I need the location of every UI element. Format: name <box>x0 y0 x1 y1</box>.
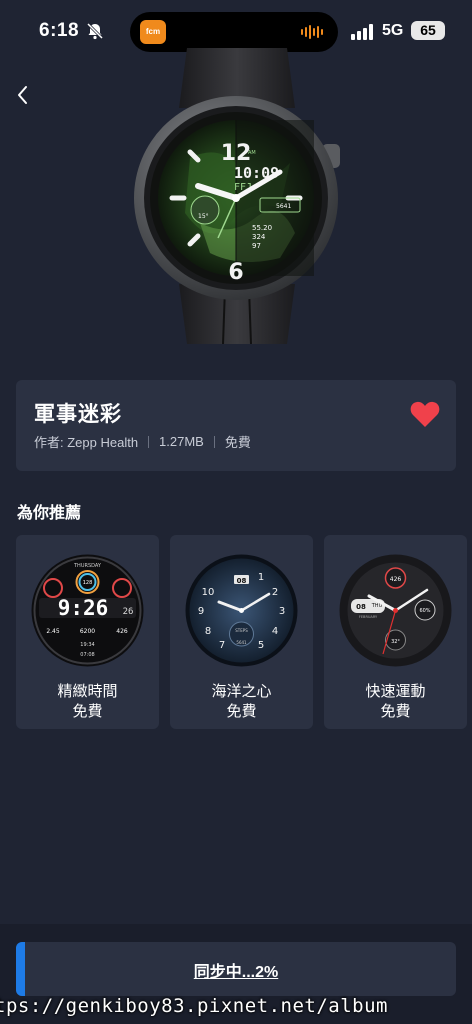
audio-wave-icon <box>301 25 323 39</box>
sync-button[interactable]: 同步中...2% <box>16 942 456 996</box>
thumb-temp: 32° <box>391 639 400 645</box>
recommendations-title: 為你推薦 <box>17 505 82 522</box>
network-type: 5G <box>382 22 404 39</box>
recommendation-card[interactable]: THURSDAY 128 9:26 26 2.45 6200 426 19:34… <box>16 535 159 729</box>
stat-2: 324 <box>252 233 266 241</box>
thumb-val-3: 426 <box>116 628 128 635</box>
weather-temp: 15° <box>198 213 209 220</box>
hour-12: 12 <box>221 141 252 166</box>
thumb-seconds: 26 <box>123 607 134 617</box>
thumb-date: 08 <box>356 603 366 611</box>
stat-1: 55.20 <box>252 224 272 232</box>
price-label: 免費 <box>224 435 251 450</box>
thumb-val-1: 2.45 <box>46 628 60 635</box>
svg-text:4: 4 <box>272 626 278 637</box>
divider <box>148 435 150 448</box>
svg-text:5: 5 <box>258 640 264 651</box>
thumb-date: 08 <box>237 577 247 585</box>
watch-face-thumbnail: 123 45 7 89 10 08 STEPS 5641 <box>185 554 298 667</box>
bell-off-icon <box>86 22 104 40</box>
hour-6: 6 <box>228 260 243 285</box>
file-size: 1.27MB <box>159 434 204 449</box>
back-button[interactable] <box>10 80 40 110</box>
thumb-top-val: 426 <box>390 576 402 583</box>
recommendation-card[interactable]: 426 08 THU FEBRUARY 60% 32° 快速運動 免費 <box>324 535 467 729</box>
island-app-icon: fcm <box>140 20 166 44</box>
watermark-text: tps://genkiboy83.pixnet.net/album <box>0 995 388 1017</box>
recommendation-price: 免費 <box>226 703 257 720</box>
recommendation-card[interactable]: 123 45 7 8 9 10 08 STEPS 5641 海洋之心 免費 <box>170 535 313 729</box>
watch-face-meta: 作者: Zepp Health 1.27MB 免費 <box>34 432 251 451</box>
svg-text:1: 1 <box>258 572 264 583</box>
ring-value: 128 <box>83 580 93 586</box>
svg-text:7: 7 <box>219 640 225 651</box>
watch-face-thumbnail: 426 08 THU FEBRUARY 60% 32° <box>339 554 452 667</box>
svg-text:2: 2 <box>272 587 278 598</box>
battery-icon: 65 <box>411 21 445 40</box>
sync-label: 同步中...2% <box>193 964 279 981</box>
cellular-signal-icon <box>351 24 373 40</box>
am-label: AM <box>248 150 256 156</box>
svg-text:9: 9 <box>198 606 204 617</box>
dynamic-island[interactable]: fcm <box>130 12 338 52</box>
recommendation-name: 快速運動 <box>365 683 426 700</box>
weekday-label: THURSDAY <box>73 563 102 569</box>
thumb-bottom-2: 07:08 <box>80 652 94 658</box>
recommendation-name: 海洋之心 <box>211 683 272 700</box>
svg-text:10: 10 <box>202 587 215 598</box>
watch-face-preview: 12 6 AM 10:09 FFJ 15° 5641 55.20 324 97 <box>134 48 340 344</box>
thumb-val-2: 6200 <box>80 628 95 635</box>
recommendation-price: 免費 <box>72 703 103 720</box>
recommendations-list[interactable]: THURSDAY 128 9:26 26 2.45 6200 426 19:34… <box>16 535 472 729</box>
svg-text:3: 3 <box>279 606 285 617</box>
recommendation-name: 精緻時間 <box>57 683 118 700</box>
thumb-time: 9:26 <box>58 596 109 620</box>
author-label: 作者: Zepp Health <box>34 435 139 450</box>
thumb-bottom-1: 19:34 <box>80 642 94 648</box>
watch-face-title: 軍事迷彩 <box>34 403 122 426</box>
thumb-pct: 60% <box>419 608 430 614</box>
divider <box>213 435 215 448</box>
steps-value: 5641 <box>276 203 291 210</box>
thumb-steps-label: STEPS <box>235 628 248 633</box>
stat-3: 97 <box>252 242 261 250</box>
favorite-heart-icon[interactable] <box>410 400 440 428</box>
svg-text:8: 8 <box>205 626 211 637</box>
thumb-month: FEBRUARY <box>359 615 378 619</box>
status-time: 6:18 <box>39 20 80 41</box>
watch-face-info-card: 軍事迷彩 作者: Zepp Health 1.27MB 免費 <box>16 380 456 471</box>
watch-face-thumbnail: THURSDAY 128 9:26 26 2.45 6200 426 19:34… <box>31 554 144 667</box>
recommendation-price: 免費 <box>380 703 411 720</box>
thumb-steps: 5641 <box>236 640 247 645</box>
